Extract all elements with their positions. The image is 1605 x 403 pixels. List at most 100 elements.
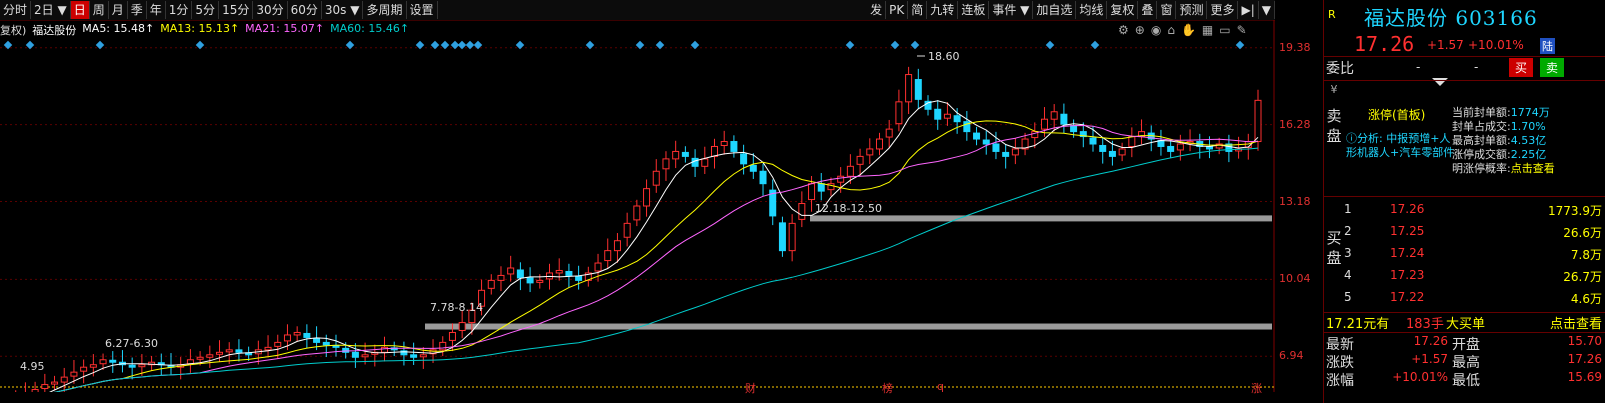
period-5[interactable]: 季: [128, 1, 147, 19]
candle-body[interactable]: [51, 381, 59, 385]
candle-body[interactable]: [41, 384, 49, 390]
period-10[interactable]: 30分: [253, 1, 288, 19]
candle-body[interactable]: [914, 79, 922, 100]
signal-diamond[interactable]: [910, 40, 920, 50]
period-0[interactable]: 分时: [0, 1, 32, 19]
candle-body[interactable]: [458, 322, 466, 331]
candle-body[interactable]: [875, 138, 883, 150]
candle-body[interactable]: [808, 183, 816, 201]
signal-diamond[interactable]: [415, 40, 425, 50]
signal-diamond[interactable]: [890, 40, 900, 50]
candle-body[interactable]: [594, 262, 602, 272]
signal-diamond[interactable]: [430, 40, 440, 50]
tool-3[interactable]: 九转: [927, 1, 959, 19]
candle-body[interactable]: [885, 128, 893, 138]
tool-4[interactable]: 连板: [958, 1, 990, 19]
tool-14[interactable]: ▼: [1259, 1, 1275, 19]
signal-diamond[interactable]: [457, 40, 467, 50]
candle-body[interactable]: [293, 331, 301, 336]
candle-body[interactable]: [1176, 143, 1184, 151]
candle-body[interactable]: [274, 341, 282, 347]
candle-body[interactable]: [99, 359, 107, 365]
candle-body[interactable]: [575, 275, 583, 281]
candle-body[interactable]: [448, 331, 456, 341]
candle-body[interactable]: [982, 139, 990, 145]
candle-body[interactable]: [526, 277, 534, 284]
candle-body[interactable]: [31, 389, 39, 392]
candle-body[interactable]: [701, 158, 709, 167]
candle-body[interactable]: [303, 332, 311, 338]
candle-body[interactable]: [507, 267, 515, 275]
buy-level-row[interactable]: 2 17.25 26.6万: [1344, 224, 1602, 244]
candle-body[interactable]: [138, 364, 146, 368]
candle-body[interactable]: [313, 337, 321, 343]
candle-body[interactable]: [633, 205, 641, 221]
candle-body[interactable]: [497, 274, 505, 281]
period-8[interactable]: 5分: [192, 1, 220, 19]
tool-12[interactable]: 更多: [1207, 1, 1239, 19]
sell-button[interactable]: 卖: [1540, 58, 1565, 77]
candle-body[interactable]: [351, 351, 359, 358]
signal-diamond[interactable]: [25, 40, 35, 50]
candle-body[interactable]: [225, 349, 233, 353]
period-7[interactable]: 1分: [166, 1, 193, 19]
signal-diamond[interactable]: [465, 40, 475, 50]
signal-diamond[interactable]: [195, 40, 205, 50]
signal-diamond[interactable]: [515, 40, 525, 50]
candle-body[interactable]: [604, 250, 612, 262]
candle-body[interactable]: [817, 183, 825, 192]
candle-body[interactable]: [565, 270, 573, 276]
candle-body[interactable]: [109, 359, 117, 363]
signal-diamond[interactable]: [585, 40, 595, 50]
tool-1[interactable]: PK: [886, 1, 909, 19]
candle-body[interactable]: [720, 141, 728, 146]
tool-6[interactable]: 加自选: [1033, 1, 1077, 19]
signal-diamond[interactable]: [440, 40, 450, 50]
candle-body[interactable]: [1167, 145, 1175, 152]
candle-body[interactable]: [70, 371, 78, 377]
candle-body[interactable]: [1205, 146, 1213, 150]
signal-diamond[interactable]: [345, 40, 355, 50]
candle-body[interactable]: [730, 141, 738, 152]
candle-body[interactable]: [361, 354, 369, 358]
buy-level-row[interactable]: 4 17.23 26.7万: [1344, 268, 1602, 288]
candle-body[interactable]: [410, 354, 418, 358]
candle-body[interactable]: [1060, 113, 1068, 125]
candle-body[interactable]: [740, 153, 748, 165]
candle-body[interactable]: [60, 376, 68, 383]
event-mark[interactable]: 财: [745, 380, 756, 396]
candle-body[interactable]: [516, 269, 524, 279]
kline-chart[interactable]: 18.60 12.18-12.50 7.78-8.14 6.27-6.30 4.95: [0, 20, 1275, 392]
candle-body[interactable]: [196, 356, 204, 360]
tool-9[interactable]: 叠: [1138, 1, 1158, 19]
candle-body[interactable]: [672, 150, 680, 160]
candle-body[interactable]: [1070, 125, 1078, 133]
candle-body[interactable]: [439, 341, 447, 351]
candle-body[interactable]: [216, 351, 224, 355]
candle-body[interactable]: [235, 349, 243, 353]
buy-button[interactable]: 买: [1509, 58, 1534, 77]
candle-body[interactable]: [419, 354, 427, 358]
period-12[interactable]: 30s ▼: [322, 1, 364, 19]
signal-diamond[interactable]: [1235, 40, 1245, 50]
candle-body[interactable]: [749, 164, 757, 172]
candle-body[interactable]: [953, 115, 961, 123]
event-mark[interactable]: 涨: [1251, 380, 1262, 396]
candle-body[interactable]: [788, 222, 796, 252]
candle-body[interactable]: [778, 222, 786, 252]
candle-body[interactable]: [206, 354, 214, 358]
candle-body[interactable]: [837, 175, 845, 183]
candle-body[interactable]: [264, 346, 272, 351]
candle-body[interactable]: [905, 74, 913, 103]
candle-body[interactable]: [536, 279, 544, 283]
tool-8[interactable]: 复权: [1107, 1, 1139, 19]
tool-0[interactable]: 发: [867, 1, 887, 19]
candle-body[interactable]: [487, 279, 495, 289]
candle-body[interactable]: [846, 165, 854, 177]
candle-body[interactable]: [1099, 144, 1107, 152]
candle-body[interactable]: [1040, 118, 1048, 130]
limit-up-analysis[interactable]: ⓘ分析: 中报预增+人形机器人+汽车零部件: [1346, 132, 1458, 160]
candle-body[interactable]: [613, 240, 621, 252]
tool-7[interactable]: 均线: [1076, 1, 1108, 19]
period-2[interactable]: 日: [70, 1, 90, 19]
